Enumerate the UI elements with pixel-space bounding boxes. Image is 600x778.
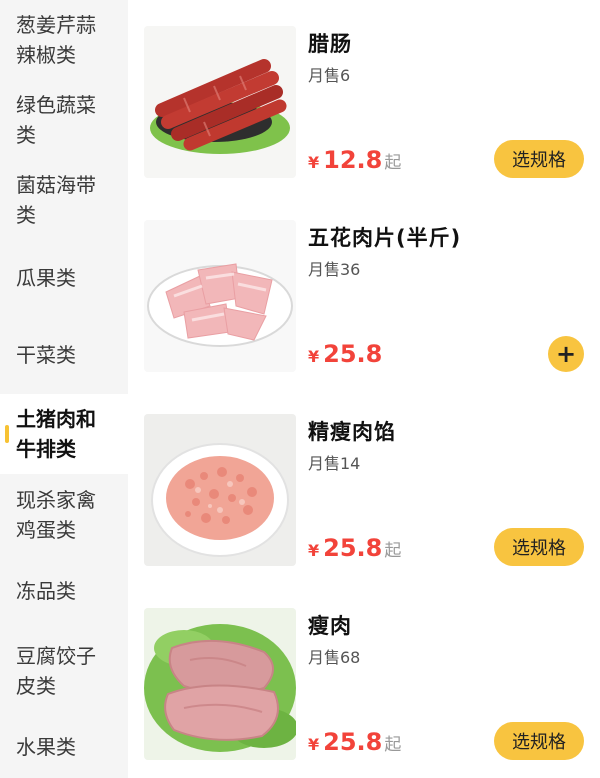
category-label: 水果类 [16,735,76,759]
category-sidebar: 葱姜芹蒜 辣椒类 绿色蔬菜 类 菌菇海带 类 瓜果类 干菜类 土猪肉和 牛排类 … [0,0,128,778]
category-item-melons[interactable]: 瓜果类 [0,240,128,316]
minced-pork-image[interactable] [144,414,296,566]
currency-symbol: ¥ [308,541,320,560]
price-value: 25.8 [323,728,383,756]
lean-pork-image[interactable] [144,608,296,760]
category-label: 菌菇海带 类 [16,173,96,227]
product-card[interactable]: 精瘦肉馅 月售14 ¥25.8 起 选规格 [128,388,600,582]
category-item-mushroom-kelp[interactable]: 菌菇海带 类 [0,160,128,240]
add-to-cart-button[interactable]: + [548,336,584,372]
product-name: 瘦肉 [308,614,352,638]
select-spec-button[interactable]: 选规格 [494,140,584,178]
category-label: 瓜果类 [16,266,76,290]
currency-symbol: ¥ [308,347,320,366]
product-name: 腊肠 [308,32,352,56]
price-value: 25.8 [323,534,383,562]
product-price: ¥12.8 起 [308,146,401,174]
product-name: 五花肉片(半斤) [308,226,462,250]
price-suffix: 起 [384,541,402,561]
price-suffix: 起 [384,735,402,755]
product-price: ¥25.8 起 [308,534,401,562]
category-label: 冻品类 [16,579,76,603]
category-item-green-vegetables[interactable]: 绿色蔬菜 类 [0,80,128,160]
sausage-image[interactable] [144,26,296,178]
category-label: 绿色蔬菜 类 [16,93,96,147]
category-label: 土猪肉和 牛排类 [16,407,96,461]
monthly-sales: 月售36 [308,260,361,279]
category-item-frozen[interactable]: 冻品类 [0,556,128,626]
plus-icon: + [555,340,577,368]
select-spec-button[interactable]: 选规格 [494,528,584,566]
currency-symbol: ¥ [308,735,320,754]
category-label: 干菜类 [16,343,76,367]
category-item-pork-beef[interactable]: 土猪肉和 牛排类 [0,394,128,474]
price-value: 12.8 [323,146,383,174]
category-item-poultry-eggs[interactable]: 现杀家禽 鸡蛋类 [0,474,128,556]
price-value: 25.8 [323,340,383,368]
category-label: 葱姜芹蒜 辣椒类 [16,13,96,67]
select-spec-button[interactable]: 选规格 [494,722,584,760]
category-item-scallion-ginger[interactable]: 葱姜芹蒜 辣椒类 [0,0,128,80]
product-card[interactable]: 五花肉片(半斤) 月售36 ¥25.8 + [128,194,600,388]
category-item-fruit[interactable]: 水果类 [0,716,128,778]
active-indicator [5,425,9,443]
monthly-sales: 月售68 [308,648,361,667]
pork-belly-image[interactable] [144,220,296,372]
product-list: 腊肠 月售6 ¥12.8 起 选规格 五花肉片(半斤) 月售36 ¥ 25.8 … [128,0,600,778]
product-price: ¥25.8 起 [308,728,401,756]
product-name: 精瘦肉馅 [308,420,396,444]
product-card[interactable]: 腊肠 月售6 ¥12.8 起 选规格 [128,0,600,194]
category-label: 豆腐饺子 皮类 [16,644,96,698]
category-item-dried-vegetables[interactable]: 干菜类 [0,316,128,394]
monthly-sales: 月售14 [308,454,361,473]
monthly-sales: 月售6 [308,66,351,85]
product-price: ¥25.8 [308,340,384,368]
currency-symbol: ¥ [308,153,320,172]
price-suffix: 起 [384,153,402,173]
category-label: 现杀家禽 鸡蛋类 [16,488,96,542]
product-card[interactable]: 瘦肉 月售68 ¥25.8 起 选规格 [128,582,600,776]
category-item-tofu-dumpling[interactable]: 豆腐饺子 皮类 [0,626,128,716]
